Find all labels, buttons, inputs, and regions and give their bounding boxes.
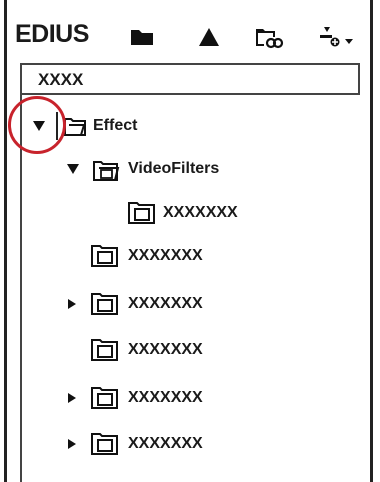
- tree-label-item: XXXXXXX: [128, 341, 203, 358]
- tree-row-item[interactable]: XXXXXXX: [62, 334, 262, 364]
- tree-label-item: XXXXXXX: [128, 435, 203, 452]
- highlight-circle: [8, 96, 66, 154]
- up-arrow-icon[interactable]: [192, 22, 226, 52]
- tree-row-item[interactable]: XXXXXXX: [62, 382, 262, 412]
- folder-icon: [90, 384, 120, 415]
- tree-row-item[interactable]: XXXXXXX: [62, 428, 262, 458]
- add-dropdown-icon[interactable]: [312, 22, 358, 52]
- toolbar: EDIUS: [7, 14, 370, 58]
- folder-icon: [90, 336, 120, 367]
- brand-logo: EDIUS: [15, 20, 89, 48]
- tree-label-grandchild: XXXXXXX: [163, 204, 238, 221]
- folder-icon: [90, 430, 120, 461]
- effect-folder-icon: [63, 114, 89, 143]
- tree-row-grandchild[interactable]: XXXXXXX: [125, 197, 285, 227]
- tree-label-effect: Effect: [93, 117, 138, 134]
- path-field[interactable]: XXXX: [20, 63, 360, 95]
- folder-icon: [90, 242, 120, 273]
- collapse-toggle-icon[interactable]: [67, 164, 79, 174]
- tree-row-item[interactable]: XXXXXXX: [62, 240, 262, 270]
- tree-label-item: XXXXXXX: [128, 389, 203, 406]
- tree-row-videofilters[interactable]: VideoFilters: [62, 155, 282, 185]
- expand-toggle-icon[interactable]: [68, 393, 76, 403]
- folder-icon: [90, 290, 120, 321]
- path-value: XXXX: [38, 70, 84, 89]
- videofilters-folder-icon: [92, 157, 122, 188]
- expand-toggle-icon[interactable]: [68, 439, 76, 449]
- expand-toggle-icon[interactable]: [68, 299, 76, 309]
- tree-row-item[interactable]: XXXXXXX: [62, 288, 262, 318]
- bin-panel: EDIUS XXXX Effect VideoFilters XXXXXXX X…: [0, 0, 380, 482]
- folder-icon: [127, 199, 157, 230]
- tree-label-item: XXXXXXX: [128, 247, 203, 264]
- tree-label-item: XXXXXXX: [128, 295, 203, 312]
- folder-link-icon[interactable]: [252, 22, 286, 52]
- folder-icon[interactable]: [125, 22, 159, 52]
- tree-label-videofilters: VideoFilters: [128, 160, 220, 177]
